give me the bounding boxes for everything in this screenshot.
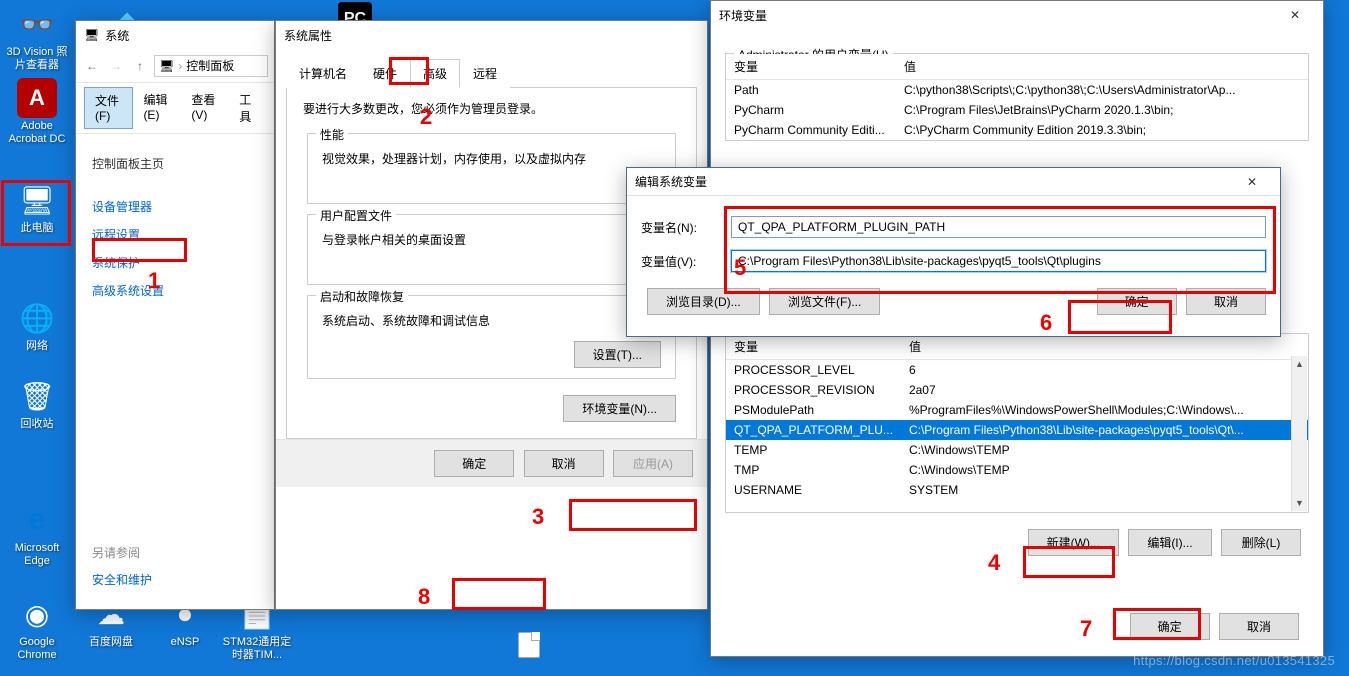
tab-computer-name[interactable]: 计算机名 (286, 59, 360, 88)
apply-button[interactable]: 应用(A) (613, 450, 693, 477)
var-name-input[interactable] (731, 216, 1266, 238)
cp-home[interactable]: 控制面板主页 (92, 151, 240, 176)
side-device-manager[interactable]: 设备管理器 (92, 194, 240, 219)
menu-bar: 文件(F) 编辑(E) 查看(V) 工具 (76, 83, 274, 134)
table-row[interactable]: PathC:\python38\Scripts\;C:\python38\;C:… (726, 80, 1308, 101)
env-vars-button[interactable]: 环境变量(N)... (563, 395, 676, 422)
menu-file[interactable]: 文件(F) (84, 87, 133, 129)
browse-dir-button[interactable]: 浏览目录(D)... (647, 288, 760, 315)
monitor-icon: 🖥 (159, 59, 174, 73)
close-icon[interactable]: ✕ (1232, 168, 1272, 196)
tabs: 计算机名 硬件 高级 远程 (286, 55, 697, 88)
sys-vars-table[interactable]: 变量值 PROCESSOR_LEVEL6PROCESSOR_REVISION2a… (726, 334, 1308, 500)
user-vars-table[interactable]: 变量值 PathC:\python38\Scripts\;C:\python38… (726, 54, 1308, 140)
ok-button[interactable]: 确定 (1097, 288, 1177, 315)
perf-group: 性能 视觉效果，处理器计划，内存使用，以及虚拟内存 (307, 133, 676, 204)
system-window: 🖥系统 ← → ↑ 🖥 › 控制面板 文件(F) 编辑(E) 查看(V) 工具 … (75, 20, 275, 610)
var-value-input[interactable] (731, 250, 1266, 272)
window-title: 系统 (105, 27, 129, 44)
cancel-button[interactable]: 取消 (1186, 288, 1266, 315)
close-icon[interactable]: ✕ (1275, 1, 1315, 29)
table-row[interactable]: PyCharm Community Editi...C:\PyCharm Com… (726, 120, 1308, 140)
desktop-icon[interactable]: 🗑回收站 (2, 376, 72, 431)
desktop-icon[interactable]: eMicrosoft Edge (2, 500, 72, 568)
scroll-down-icon[interactable]: ▼ (1292, 495, 1307, 511)
file-drag-icon (518, 632, 540, 658)
cancel-button[interactable]: 取消 (524, 450, 604, 477)
menu-tools[interactable]: 工具 (229, 87, 266, 129)
perf-desc: 视觉效果，处理器计划，内存使用，以及虚拟内存 (322, 144, 661, 193)
cancel-button[interactable]: 取消 (1219, 613, 1299, 640)
scroll-up-icon[interactable]: ▲ (1292, 356, 1307, 372)
desktop-icon[interactable]: 🖥此电脑 (2, 180, 72, 235)
side-advanced-settings[interactable]: 高级系统设置 (92, 278, 240, 303)
sys-vars-group: 变量值 PROCESSOR_LEVEL6PROCESSOR_REVISION2a… (725, 333, 1309, 513)
table-row[interactable]: PROCESSOR_REVISION2a07 (726, 380, 1308, 400)
table-row[interactable]: TMPC:\Windows\TEMP (726, 460, 1308, 480)
delete-button[interactable]: 删除(L) (1221, 529, 1301, 556)
ok-button[interactable]: 确定 (434, 450, 514, 477)
var-value-label: 变量值(V): (641, 253, 721, 270)
profiles-group: 用户配置文件 与登录帐户相关的桌面设置 (307, 214, 676, 285)
breadcrumb[interactable]: 🖥 › 控制面板 (154, 55, 268, 77)
menu-edit[interactable]: 编辑(E) (133, 87, 181, 129)
admin-notice: 要进行大多数更改，您必须作为管理员登录。 (293, 100, 690, 123)
desktop-icon[interactable]: ◉Google Chrome (2, 594, 72, 662)
desktop-icon[interactable]: AAdobe Acrobat DC (2, 78, 72, 146)
edit-button[interactable]: 编辑(I)... (1128, 529, 1211, 556)
var-name-label: 变量名(N): (641, 219, 721, 236)
side-panel: 控制面板主页 设备管理器 远程设置 系统保护 高级系统设置 (76, 134, 256, 320)
see-also-security[interactable]: 安全和维护 (92, 567, 152, 592)
watermark: https://blog.csdn.net/u013541325 (1133, 653, 1335, 668)
profiles-desc: 与登录帐户相关的桌面设置 (322, 225, 661, 274)
dialog-title: 环境变量 (719, 7, 767, 24)
table-row[interactable]: PSModulePath%ProgramFiles%\WindowsPowerS… (726, 400, 1308, 420)
tab-advanced[interactable]: 高级 (410, 59, 460, 88)
tab-remote[interactable]: 远程 (460, 59, 510, 88)
table-row[interactable]: QT_QPA_PLATFORM_PLU...C:\Program Files\P… (726, 420, 1308, 440)
startup-desc: 系统启动、系统故障和调试信息 (322, 306, 661, 341)
startup-settings-button[interactable]: 设置(T)... (574, 341, 661, 368)
monitor-icon: 🖥 (84, 28, 99, 42)
table-row[interactable]: USERNAMESYSTEM (726, 480, 1308, 500)
table-row[interactable]: PyCharmC:\Program Files\JetBrains\PyChar… (726, 100, 1308, 120)
menu-view[interactable]: 查看(V) (181, 87, 229, 129)
ok-button[interactable]: 确定 (1130, 613, 1210, 640)
scrollbar[interactable]: ▲ ▼ (1291, 356, 1307, 511)
desktop-icon[interactable]: 🌐网络 (2, 298, 72, 353)
edit-var-dialog: 编辑系统变量 ✕ 变量名(N): 变量值(V): 浏览目录(D)... 浏览文件… (626, 167, 1281, 337)
titlebar[interactable]: 编辑系统变量 ✕ (627, 168, 1280, 196)
new-button[interactable]: 新建(W)... (1028, 529, 1119, 556)
nav-row: ← → ↑ 🖥 › 控制面板 (76, 49, 274, 83)
forward-arrow-icon[interactable]: → (106, 56, 126, 76)
table-row[interactable]: TEMPC:\Windows\TEMP (726, 440, 1308, 460)
titlebar[interactable]: 🖥 系统 (76, 21, 274, 49)
titlebar[interactable]: 系统属性 (276, 21, 707, 49)
user-vars-group: Administrator 的用户变量(U) 变量值 PathC:\python… (725, 53, 1309, 141)
desktop-icon[interactable]: 👓3D Vision 照片查看器 (2, 4, 72, 72)
dialog-title: 系统属性 (284, 27, 332, 44)
browse-file-button[interactable]: 浏览文件(F)... (769, 288, 880, 315)
up-arrow-icon[interactable]: ↑ (130, 56, 150, 76)
tab-hardware[interactable]: 硬件 (360, 59, 410, 88)
startup-group: 启动和故障恢复 系统启动、系统故障和调试信息 设置(T)... (307, 295, 676, 379)
table-row[interactable]: PROCESSOR_LEVEL6 (726, 360, 1308, 381)
dialog-title: 编辑系统变量 (635, 173, 707, 190)
side-remote[interactable]: 远程设置 (92, 222, 240, 247)
titlebar[interactable]: 环境变量 ✕ (711, 1, 1323, 29)
side-protection[interactable]: 系统保护 (92, 250, 240, 275)
back-arrow-icon[interactable]: ← (82, 56, 102, 76)
see-also-header: 另请参阅 (92, 544, 152, 561)
